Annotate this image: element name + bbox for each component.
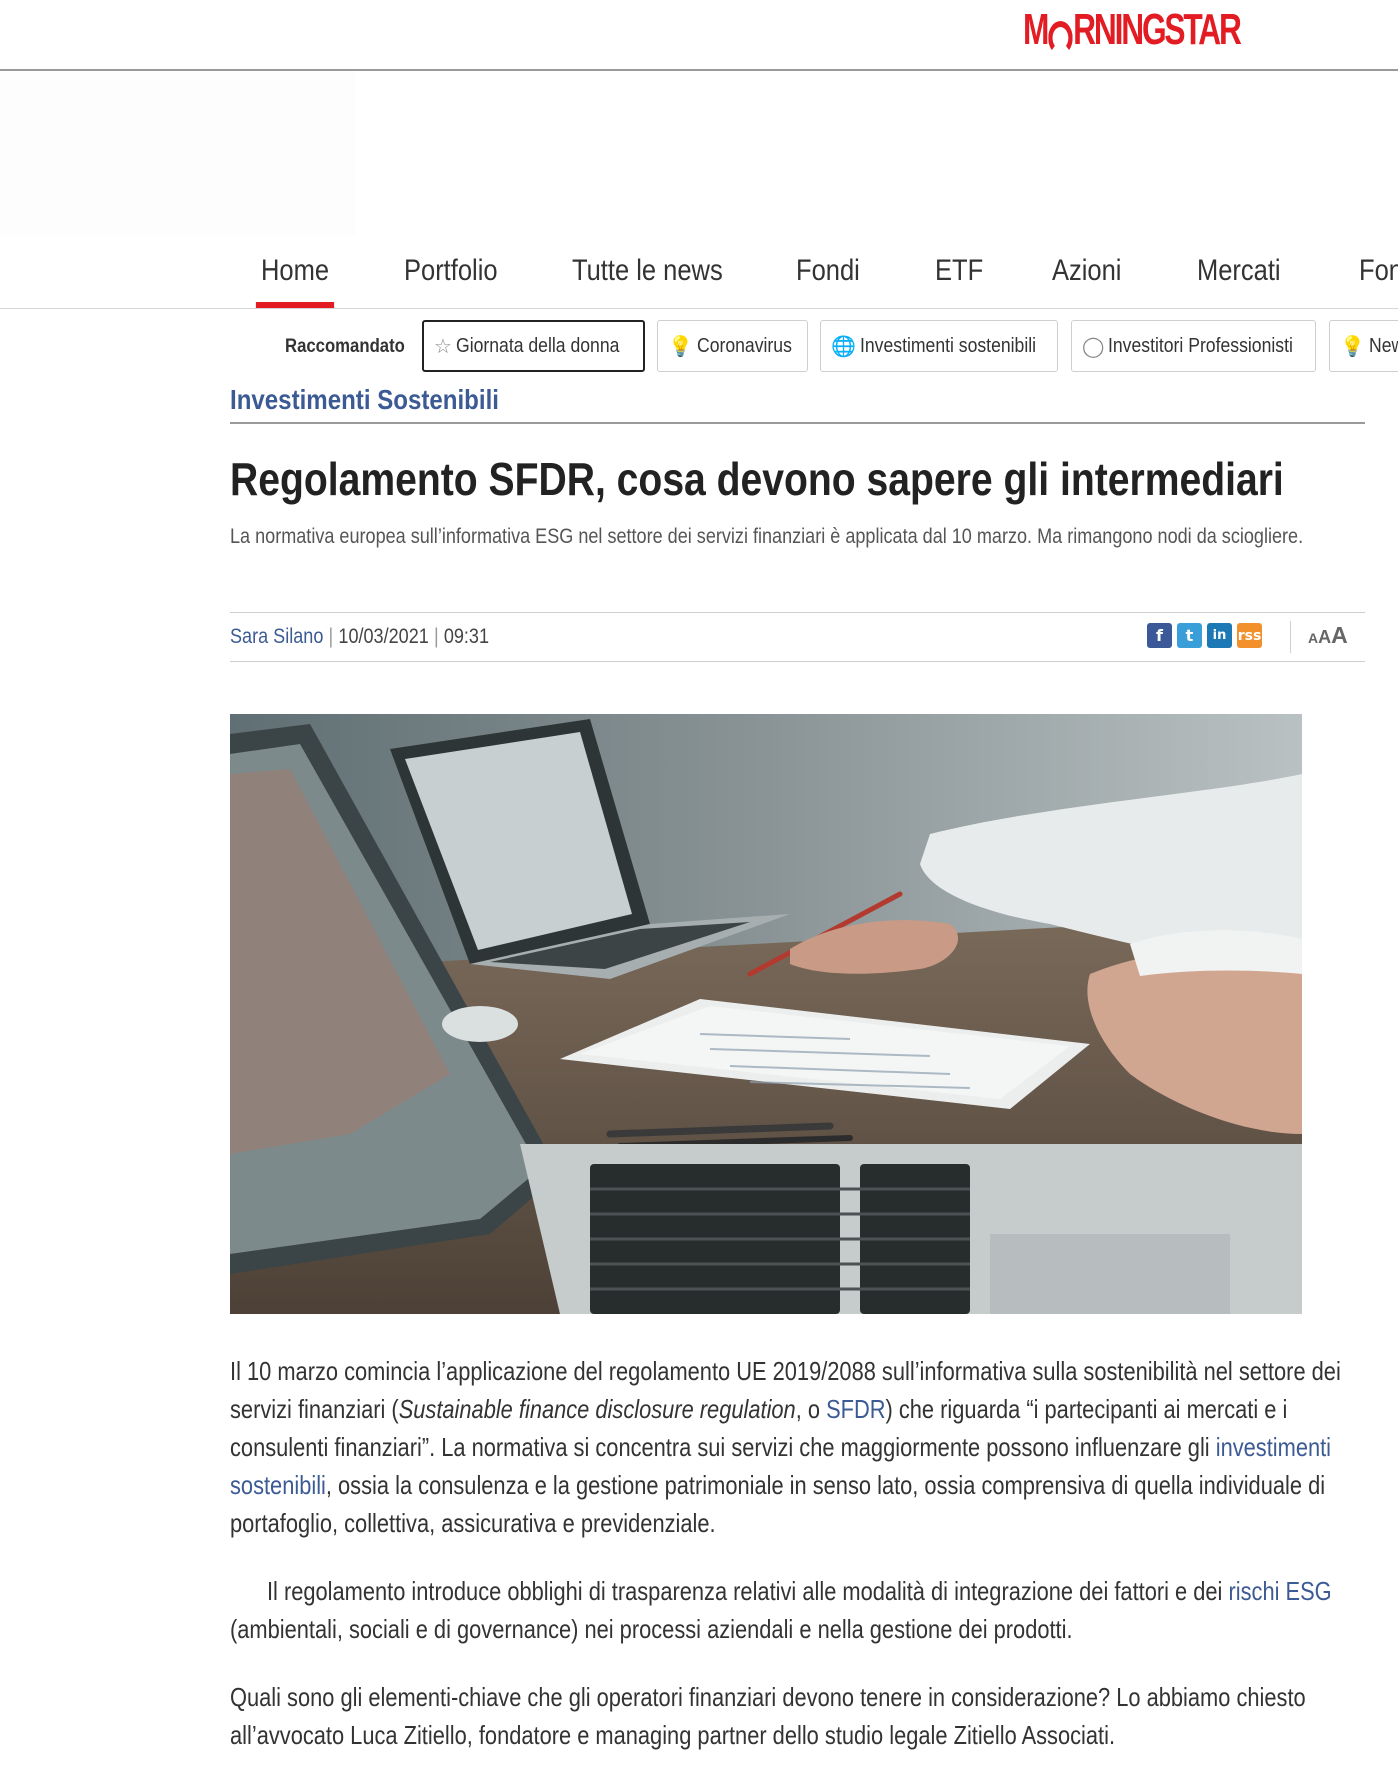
kicker-divider <box>230 422 1365 424</box>
meta-separator: | <box>433 625 439 648</box>
article-paragraph-3: Quali sono gli elementi-chiave che gli o… <box>230 1682 1306 1750</box>
star-icon: ☆ <box>434 335 452 358</box>
article-date: 10/03/2021 <box>338 625 429 648</box>
meta-divider <box>1290 621 1291 653</box>
ad-slot <box>0 71 355 236</box>
chip-giornata-della-donna[interactable]: ☆ Giornata della donna <box>422 320 645 372</box>
article-meta-bar: Sara Silano | 10/03/2021 | 09:31 f t in rss … <box>230 612 1365 662</box>
article-standfirst: La normativa europea sull’informativa ES… <box>230 525 1304 548</box>
article-hero-image <box>230 714 1302 1314</box>
nav-item-tutte-le-news[interactable]: Tutte le news <box>572 254 723 288</box>
logo-text-right: RNINGSTAR <box>1073 5 1242 54</box>
font-size-medium-button[interactable]: A <box>1318 627 1331 647</box>
nav-item-fondi[interactable]: Fondi <box>796 254 860 288</box>
logo-text-left: M <box>1023 5 1049 54</box>
logo-o-icon <box>1047 21 1073 55</box>
recommended-label: Raccomandato <box>285 336 405 357</box>
lightbulb-icon: 💡 <box>668 335 693 358</box>
chip-investimenti-sostenibili[interactable]: 🌐 Investimenti sostenibili <box>820 320 1058 372</box>
chip-coronavirus[interactable]: 💡 Coronavirus <box>657 320 808 372</box>
twitter-icon[interactable]: t <box>1177 623 1202 648</box>
chip-new[interactable]: 💡New <box>1329 320 1398 372</box>
nav-item-portfolio[interactable]: Portfolio <box>404 254 498 288</box>
nav-item-mercati[interactable]: Mercati <box>1197 254 1281 288</box>
font-size-large-button[interactable]: A <box>1331 622 1348 648</box>
linkedin-icon[interactable]: in <box>1207 623 1232 648</box>
hero-photo-laptops-desk <box>230 714 1302 1314</box>
article-time: 09:31 <box>443 625 490 648</box>
article-paragraph-2: Il regolamento introduce obblighi di tra… <box>230 1572 1364 1648</box>
author-link[interactable]: Sara Silano <box>230 625 323 648</box>
globe-icon: 🌐 <box>831 335 856 358</box>
lightbulb-icon: 💡 <box>1340 335 1365 358</box>
meta-separator: | <box>328 625 334 648</box>
site-header: M RNINGSTAR <box>0 0 1398 71</box>
recommended-bar: Raccomandato ☆ Giornata della donna 💡 Coro… <box>0 316 1398 380</box>
rischi-esg-link[interactable]: rischi ESG <box>1228 1576 1331 1606</box>
font-size-small-button[interactable]: A <box>1308 630 1318 646</box>
article-headline: Regolamento SFDR, cosa devono sapere gli… <box>230 453 1284 505</box>
morningstar-logo[interactable]: M RNINGSTAR <box>1023 5 1242 55</box>
nav-item-etf[interactable]: ETF <box>935 254 983 288</box>
nav-item-home[interactable]: Home <box>255 254 335 308</box>
nav-item-azioni[interactable]: Azioni <box>1052 254 1121 288</box>
share-buttons: f t in rss <box>1147 623 1262 648</box>
facebook-icon[interactable]: f <box>1147 623 1172 648</box>
rss-icon[interactable]: rss <box>1237 623 1262 648</box>
font-size-control[interactable]: AAA <box>1308 622 1348 649</box>
chip-label: New <box>1368 334 1398 357</box>
chip-investitori-professionisti[interactable]: ◯ Investitori Professionisti <box>1071 320 1316 372</box>
main-navigation: Home Portfolio Tutte le news Fondi ETF A… <box>0 236 1398 309</box>
chip-label: Coronavirus <box>696 334 792 357</box>
article-paragraph-1: Il 10 marzo comincia l’applicazione del … <box>230 1352 1364 1542</box>
paragraph-text: , ossia la consulenza e la gestione patr… <box>230 1470 1326 1538</box>
paragraph-text: Il regolamento introduce obblighi di tra… <box>266 1576 1229 1606</box>
chip-label: Investitori Professionisti <box>1108 334 1294 357</box>
circle-icon: ◯ <box>1082 335 1105 358</box>
paragraph-text: , o <box>795 1394 827 1424</box>
nav-item-fon[interactable]: Fon <box>1359 254 1398 288</box>
sfdr-link[interactable]: SFDR <box>826 1394 885 1424</box>
article-category-link[interactable]: Investimenti Sostenibili <box>230 384 499 416</box>
paragraph-italic-text: Sustainable finance disclosure regulatio… <box>398 1394 796 1424</box>
chip-label: Giornata della donna <box>455 334 620 357</box>
chip-label: Investimenti sostenibili <box>859 334 1036 357</box>
article-meta: Sara Silano | 10/03/2021 | 09:31 <box>230 625 489 649</box>
ad-banner-area <box>0 71 1398 236</box>
paragraph-text: (ambientali, sociali e di governance) ne… <box>230 1614 1073 1644</box>
